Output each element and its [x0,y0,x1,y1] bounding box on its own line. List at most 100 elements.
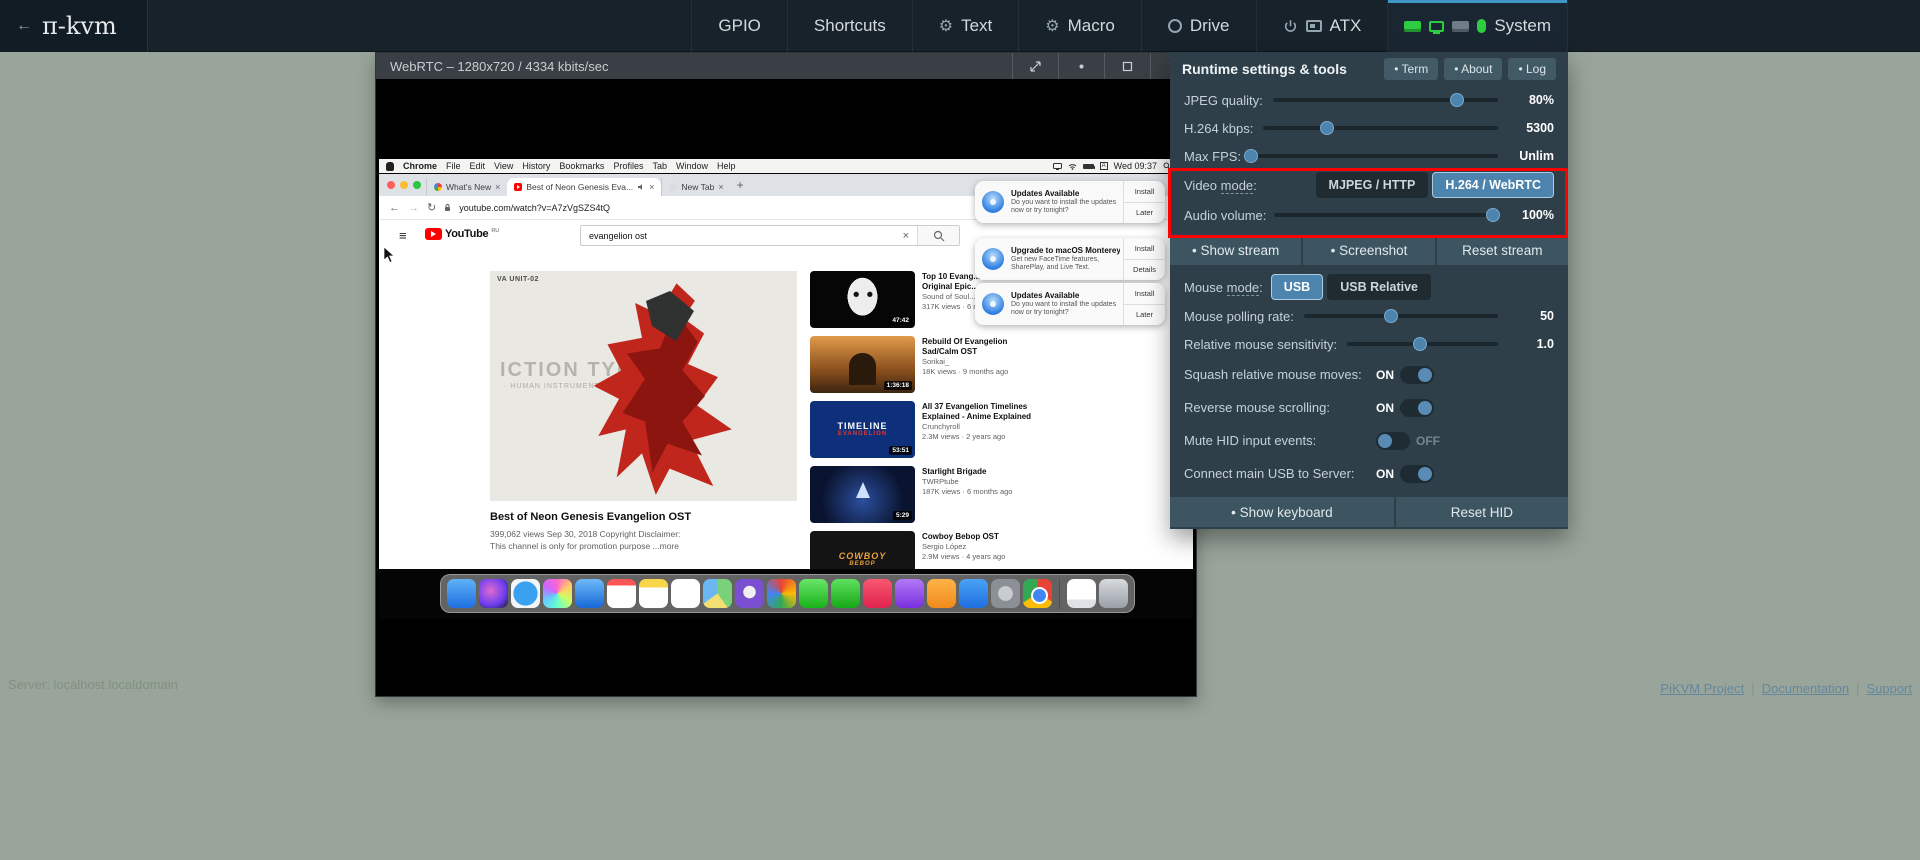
stream-titlebar[interactable]: WebRTC – 1280x720 / 4334 kbits/sec [376,53,1196,79]
notification-later-button[interactable]: Later [1124,203,1165,224]
display-mirroring-icon[interactable] [1053,163,1062,170]
video-player[interactable]: VA UNIT-02 ICTION TYPE · HUMAN INSTRUMEN… [490,271,797,501]
squash-moves-toggle[interactable]: ON [1376,366,1434,384]
tab-new-tab[interactable]: New Tab × [661,178,730,196]
video-mode-mjpeg-button[interactable]: MJPEG / HTTP [1316,172,1429,198]
suggested-video-2[interactable]: 1:36:18 Rebuild Of Evangelion Sad/Calm O… [810,336,1162,396]
dock-photos-icon[interactable] [543,579,572,608]
dock-messages-icon[interactable] [799,579,828,608]
menubar-item-history[interactable]: History [522,161,550,171]
notification-monterey-upgrade[interactable]: Upgrade to macOS Monterey Get new FaceTi… [975,238,1165,280]
menubar-item-profiles[interactable]: Profiles [613,161,643,171]
address-bar[interactable]: youtube.com/watch?v=A7zVgSZS4tQ [459,203,610,213]
max-fps-slider[interactable] [1251,154,1498,158]
traffic-close-icon[interactable] [387,181,395,189]
traffic-zoom-icon[interactable] [413,181,421,189]
tab-audio-icon[interactable] [637,183,645,191]
dock-calendar-icon[interactable] [607,579,636,608]
menu-macro[interactable]: ⚙Macro [1018,0,1141,52]
dock-photo-booth-icon[interactable] [735,579,764,608]
back-icon[interactable]: ← [389,202,400,214]
tab-whats-new[interactable]: What's New × [426,178,507,196]
dock-app-store-icon[interactable] [959,579,988,608]
slider-knob[interactable] [1384,309,1398,323]
suggested-video-3[interactable]: TIMELINE EVANGELION 53:51 All 37 Evangel… [810,401,1162,461]
dock-reminders-icon[interactable] [671,579,700,608]
screenshot-button[interactable]: • Screenshot [1303,235,1434,265]
stream-fullscreen-button[interactable] [1104,53,1150,79]
show-keyboard-button[interactable]: • Show keyboard [1170,497,1394,527]
pikvm-project-link[interactable]: PiKVM Project [1660,681,1744,696]
stream-viewport[interactable]: Chrome File Edit View History Bookmarks … [376,79,1196,696]
audio-volume-slider[interactable] [1274,213,1500,217]
menubar-item-edit[interactable]: Edit [470,161,486,171]
menubar-item-view[interactable]: View [494,161,513,171]
h264-kbps-slider[interactable] [1263,126,1498,130]
menu-gpio[interactable]: GPIO [691,0,787,52]
dock-podcasts-icon[interactable] [895,579,924,608]
traffic-minimize-icon[interactable] [400,181,408,189]
menubar-item-window[interactable]: Window [676,161,708,171]
dock-color-wheel-icon[interactable] [767,579,796,608]
notification-updates-available-1[interactable]: Updates Available Do you want to install… [975,181,1165,223]
dock-music-icon[interactable] [863,579,892,608]
menubar-item-bookmarks[interactable]: Bookmarks [559,161,604,171]
notification-details-button[interactable]: Details [1124,260,1165,281]
dock-mail-icon[interactable] [575,579,604,608]
connect-usb-toggle[interactable]: ON [1376,465,1434,483]
menubar-clock[interactable]: Wed 09:37 [1114,161,1157,171]
menu-text[interactable]: ⚙Text [912,0,1019,52]
stream-shrink-button[interactable] [1058,53,1104,79]
remote-desktop[interactable]: Chrome File Edit View History Bookmarks … [379,159,1193,619]
mouse-polling-slider[interactable] [1304,314,1498,318]
notification-later-button[interactable]: Later [1124,305,1165,326]
tab-close-icon[interactable]: × [718,182,723,192]
dock-siri-icon[interactable] [479,579,508,608]
dock-finder-icon[interactable] [447,579,476,608]
notification-updates-available-2[interactable]: Updates Available Do you want to install… [975,283,1165,325]
mute-hid-toggle[interactable]: OFF [1376,432,1440,450]
support-link[interactable]: Support [1866,681,1912,696]
input-source-icon[interactable]: A [1100,162,1108,170]
clear-search-icon[interactable]: × [895,230,917,242]
wifi-icon[interactable] [1068,163,1077,170]
reverse-scrolling-toggle[interactable]: ON [1376,399,1434,417]
tab-close-icon[interactable]: × [495,182,500,192]
reset-hid-button[interactable]: Reset HID [1396,497,1568,527]
suggested-video-4[interactable]: 5:29 Starlight Brigade TWRPtube 187K vie… [810,466,1162,526]
mouse-mode-usb-relative-button[interactable]: USB Relative [1327,274,1431,300]
hamburger-icon[interactable]: ≡ [399,228,407,243]
home-link[interactable]: ← π-kvm [0,0,148,52]
mouse-mode-usb-button[interactable]: USB [1271,274,1323,300]
youtube-search-box[interactable]: evangelion ost × [580,225,960,246]
dock-books-icon[interactable] [927,579,956,608]
log-button[interactable]: • Log [1508,58,1556,80]
search-query[interactable]: evangelion ost [581,231,895,241]
new-tab-button[interactable]: + [737,178,744,192]
dock-textedit-icon[interactable] [1067,579,1096,608]
dock-trash-icon[interactable] [1099,579,1128,608]
term-button[interactable]: • Term [1384,58,1438,80]
menubar-item-file[interactable]: File [446,161,461,171]
menu-drive[interactable]: Drive [1141,0,1256,52]
video-mode-h264-button[interactable]: H.264 / WebRTC [1432,172,1554,198]
menu-atx[interactable]: ATX [1256,0,1388,52]
youtube-logo[interactable]: YouTube RU [425,228,499,240]
slider-knob[interactable] [1320,121,1334,135]
notification-install-button[interactable]: Install [1124,181,1165,203]
menubar-item-help[interactable]: Help [717,161,736,171]
notification-install-button[interactable]: Install [1124,238,1165,260]
dock-facetime-icon[interactable] [831,579,860,608]
dock-maps-icon[interactable] [703,579,732,608]
suggested-video-5[interactable]: COWBOY BEBOP Cowboy Bebop OST Sergio Lóp… [810,531,1162,569]
menubar-item-chrome[interactable]: Chrome [403,161,437,171]
about-button[interactable]: • About [1444,58,1502,80]
menu-system[interactable]: System [1387,0,1568,52]
battery-icon[interactable] [1083,164,1094,169]
video-meta-line2[interactable]: This channel is only for promotion purpo… [490,541,679,551]
tab-close-icon[interactable]: × [649,182,654,192]
dock-chrome-icon[interactable] [1023,579,1052,608]
apple-menu-icon[interactable] [386,162,394,171]
slider-knob[interactable] [1413,337,1427,351]
reset-stream-button[interactable]: Reset stream [1437,235,1568,265]
